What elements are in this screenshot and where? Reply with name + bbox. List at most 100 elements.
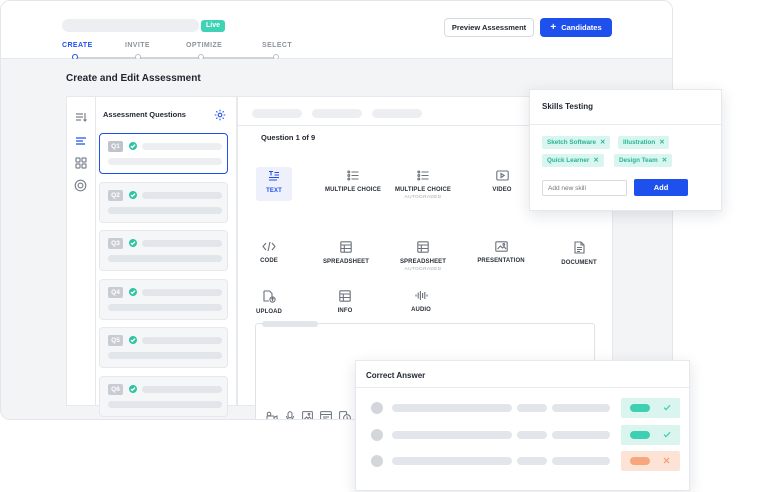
answer-row[interactable] xyxy=(356,450,691,472)
editor-tab-placeholder[interactable] xyxy=(372,109,422,118)
question-number-badge: Q3 xyxy=(108,238,123,249)
timer-icon[interactable] xyxy=(339,411,351,420)
answer-status-pill xyxy=(630,430,650,439)
gear-icon[interactable] xyxy=(214,108,226,126)
step-create[interactable]: CREATE xyxy=(62,42,93,49)
answer-radio[interactable] xyxy=(371,428,383,441)
type-presentation-button[interactable]: PRESENTATION xyxy=(466,241,536,264)
type-info-button[interactable]: INFO xyxy=(310,290,380,314)
question-card-q1[interactable]: Q1 xyxy=(99,133,228,174)
type-document-button[interactable]: DOCUMENT xyxy=(544,241,614,266)
answer-row[interactable] xyxy=(356,424,691,446)
question-desc-placeholder xyxy=(108,400,222,408)
close-icon[interactable]: ✕ xyxy=(659,139,664,146)
answer-status-box[interactable] xyxy=(621,424,680,445)
align-left-icon[interactable] xyxy=(75,133,87,151)
table-icon[interactable] xyxy=(320,411,332,420)
question-card-q5[interactable]: Q5 xyxy=(99,327,228,368)
answer-row[interactable] xyxy=(356,397,691,419)
question-title-placeholder xyxy=(142,385,222,393)
list-icon xyxy=(417,170,429,181)
question-card-q3[interactable]: Q3 xyxy=(99,230,228,271)
target-icon[interactable] xyxy=(74,179,87,197)
type-label: MULTIPLE CHOICE xyxy=(324,187,382,193)
close-icon[interactable]: ✕ xyxy=(662,157,667,164)
close-icon[interactable] xyxy=(663,457,670,464)
type-spreadsheet-autograded-button[interactable]: SPREADSHEET AUTOGRADED xyxy=(388,241,458,272)
question-number-badge: Q6 xyxy=(108,383,123,395)
presentation-icon xyxy=(494,241,508,252)
type-multiple-choice-autograded-button[interactable]: MULTIPLE CHOICE AUTOGRADED xyxy=(388,170,458,200)
text-icon xyxy=(269,170,279,181)
type-upload-button[interactable]: UPLOAD xyxy=(234,290,304,315)
question-desc-placeholder xyxy=(108,158,222,165)
spreadsheet-icon xyxy=(417,241,429,253)
add-skill-button[interactable]: Add xyxy=(634,179,688,196)
type-label: INFO xyxy=(337,308,353,314)
type-label: AUDIO xyxy=(411,307,431,313)
type-audio-button[interactable]: AUDIO xyxy=(386,290,456,313)
type-label: SPREADSHEET xyxy=(322,259,370,265)
document-icon xyxy=(573,241,585,254)
plus-icon: + xyxy=(550,21,557,33)
type-label: DOCUMENT xyxy=(561,260,597,266)
step-invite[interactable]: INVITE xyxy=(125,42,150,49)
type-multiple-choice-button[interactable]: MULTIPLE CHOICE xyxy=(318,170,388,193)
answer-text-placeholder xyxy=(552,404,610,412)
question-title-placeholder xyxy=(142,337,222,344)
page-title: Create and Edit Assessment xyxy=(66,73,201,84)
answer-radio[interactable] xyxy=(371,455,383,467)
skill-tag[interactable]: Design Team ✕ xyxy=(614,154,673,167)
question-card-q4[interactable]: Q4 xyxy=(99,278,228,320)
skill-tag[interactable]: Illustration ✕ xyxy=(618,136,670,149)
video-icon xyxy=(495,170,509,181)
answer-text-placeholder xyxy=(517,430,547,439)
type-label: UPLOAD xyxy=(256,309,282,315)
step-optimize[interactable]: OPTIMIZE xyxy=(186,42,222,49)
assessment-name-placeholder[interactable] xyxy=(62,19,199,32)
skill-tag[interactable]: Quick Learner ✕ xyxy=(542,154,604,167)
question-number-badge: Q5 xyxy=(108,335,123,346)
preview-assessment-button[interactable]: Preview Assessment xyxy=(444,18,534,37)
answer-status-box[interactable] xyxy=(621,398,680,418)
question-title-placeholder xyxy=(142,288,222,296)
answer-radio[interactable] xyxy=(371,402,383,414)
check-icon xyxy=(129,190,137,199)
check-icon xyxy=(129,142,137,150)
step-select[interactable]: SELECT xyxy=(262,42,292,49)
question-desc-placeholder xyxy=(108,303,222,311)
answer-divider xyxy=(356,387,691,388)
answer-status-box[interactable] xyxy=(621,451,680,471)
sort-lines-icon[interactable] xyxy=(75,109,87,127)
skill-tag-label: Illustration xyxy=(623,139,656,146)
question-desc-placeholder xyxy=(108,255,222,262)
answer-text-placeholder xyxy=(552,457,610,465)
check-icon[interactable] xyxy=(663,404,671,411)
icon-rail xyxy=(66,96,95,406)
question-desc-placeholder xyxy=(108,206,222,214)
grid-icon[interactable] xyxy=(75,156,87,174)
info-icon xyxy=(339,290,351,302)
check-icon[interactable] xyxy=(663,431,671,438)
question-card-q2[interactable]: Q2 xyxy=(99,181,228,223)
add-skill-input[interactable] xyxy=(542,180,627,196)
type-text-button[interactable]: TEXT xyxy=(256,167,292,201)
close-icon[interactable]: ✕ xyxy=(600,139,605,146)
candidates-button[interactable]: + Candidates xyxy=(540,18,612,37)
question-card-q6[interactable]: Q6 xyxy=(99,375,228,417)
camera-icon[interactable] xyxy=(266,411,278,420)
microphone-icon[interactable] xyxy=(285,411,295,420)
editor-tab-placeholder[interactable] xyxy=(312,109,362,118)
type-label: CODE xyxy=(260,258,278,264)
answer-text-placeholder xyxy=(392,457,512,465)
image-icon[interactable] xyxy=(302,411,313,420)
skill-tag[interactable]: Sketch Software ✕ xyxy=(542,136,611,149)
close-icon[interactable]: ✕ xyxy=(593,157,598,164)
question-number-badge: Q1 xyxy=(108,141,123,152)
type-code-button[interactable]: CODE xyxy=(234,241,304,264)
type-spreadsheet-button[interactable]: SPREADSHEET xyxy=(311,241,381,265)
type-video-button[interactable]: VIDEO xyxy=(467,170,537,193)
editor-tab-placeholder[interactable] xyxy=(252,109,302,118)
check-icon xyxy=(129,336,137,344)
type-sublabel: AUTOGRADED xyxy=(404,267,442,272)
